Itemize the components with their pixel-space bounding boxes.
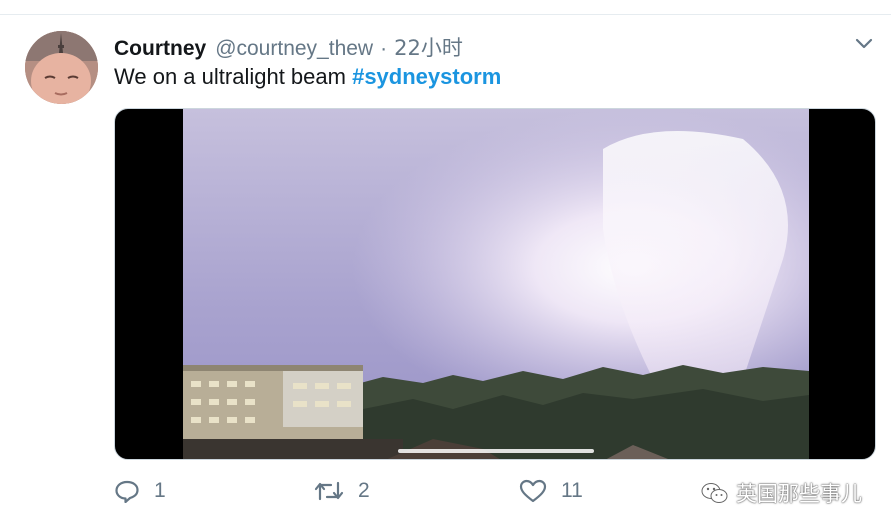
tweet-menu-button[interactable] <box>852 34 876 54</box>
video-progress-bar[interactable] <box>398 449 594 453</box>
user-handle[interactable]: @courtney_thew <box>215 37 373 61</box>
reply-icon <box>115 480 139 503</box>
tweet-header: Courtney @courtney_thew · 22小时 <box>114 32 463 60</box>
tweet[interactable]: Courtney @courtney_thew · 22小时 We on a u… <box>0 0 891 531</box>
tweet-body: We on a ultralight beam <box>114 64 346 89</box>
avatar-image <box>25 31 98 104</box>
retweet-button[interactable]: 2 <box>314 476 370 506</box>
timestamp[interactable]: 22小时 <box>394 32 463 62</box>
reply-button[interactable]: 1 <box>114 476 166 506</box>
tweet-actions: 1 2 11 <box>114 476 714 506</box>
tweet-text: We on a ultralight beam #sydneystorm <box>114 64 501 90</box>
retweet-count: 2 <box>358 479 370 502</box>
heart-icon <box>519 479 547 503</box>
reply-count: 1 <box>154 479 166 502</box>
avatar[interactable] <box>25 31 98 104</box>
display-name[interactable]: Courtney <box>114 37 206 61</box>
separator-dot: · <box>380 37 388 60</box>
watermark-text: 英国那些事儿 <box>736 482 862 506</box>
hashtag-link[interactable]: #sydneystorm <box>352 64 501 89</box>
like-button[interactable]: 11 <box>519 476 583 506</box>
like-count: 11 <box>561 479 583 502</box>
video-frame <box>183 109 809 459</box>
retweet-icon <box>314 481 344 501</box>
storm-video-image <box>183 109 809 459</box>
watermark: 英国那些事儿 <box>700 479 862 507</box>
chevron-down-icon <box>855 38 873 49</box>
video-player[interactable] <box>114 108 876 460</box>
wechat-icon <box>701 483 728 503</box>
